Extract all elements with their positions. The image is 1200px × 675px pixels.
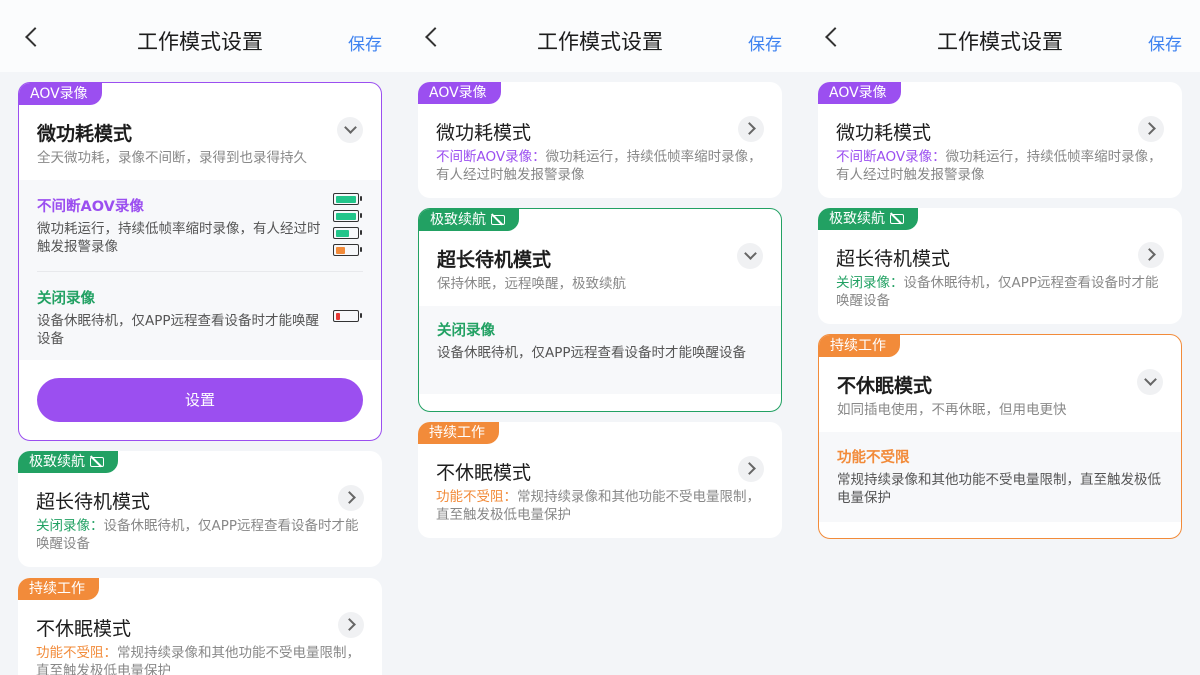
mode-title: 微功耗模式 (436, 122, 532, 144)
summary-highlight: 关闭录像 (836, 275, 890, 291)
no-power-icon (890, 214, 904, 224)
summary-highlight: 功能不受阻 (36, 645, 104, 661)
chevron-right-icon[interactable] (738, 116, 764, 142)
mode-tag: 极致续航 (419, 209, 519, 231)
no-power-icon (90, 457, 104, 467)
chevron-down-icon[interactable] (1137, 369, 1163, 395)
options-panel: 关闭录像 设备休眠待机，仅APP远程查看设备时才能唤醒设备 (419, 306, 781, 394)
mode-summary: 不间断AOV录像：微功耗运行，持续低帧率缩时录像，有人经过时触发报警录像 (436, 148, 762, 184)
mode-card-always-on[interactable]: 持续工作 不休眠模式 功能不受阻：常规持续录像和其他功能不受电量限制，直至触发极… (418, 422, 782, 538)
mode-title: 超长待机模式 (437, 249, 552, 271)
save-button[interactable]: 保存 (348, 30, 382, 55)
mode-title: 不休眠模式 (36, 618, 132, 640)
page-title: 工作模式设置 (537, 30, 663, 54)
mode-card-always-on[interactable]: 持续工作 不休眠模式 如同插电使用，不再休眠，但用电更快 功能不受限 常规持续录… (818, 334, 1182, 539)
screen-always-on-expanded: 工作模式设置 保存 AOV录像 微功耗模式 不间断AOV录像：微功耗运行，持续低… (800, 0, 1200, 675)
battery-low-orange-icon (333, 244, 362, 256)
mode-title: 不休眠模式 (837, 375, 933, 397)
mode-card-standby[interactable]: 极致续航 超长待机模式 关闭录像：设备休眠待机，仅APP远程查看设备时才能唤醒设… (818, 208, 1182, 324)
page-title: 工作模式设置 (137, 30, 263, 54)
option-desc-off: 设备休眠待机，仅APP远程查看设备时才能唤醒设备 (37, 313, 320, 347)
options-panel: 不间断AOV录像 微功耗运行，持续低帧率缩时录像，有人经过时触发报警录像 关闭录… (19, 180, 381, 360)
mode-title: 不休眠模式 (436, 462, 532, 484)
mode-tag: AOV录像 (19, 83, 102, 105)
battery-full-icon (333, 193, 362, 205)
mode-title: 超长待机模式 (36, 491, 151, 513)
chevron-right-icon[interactable] (1138, 116, 1164, 142)
save-button[interactable]: 保存 (748, 30, 782, 55)
page-title: 工作模式设置 (937, 30, 1063, 54)
screen-standby-expanded: 工作模式设置 保存 AOV录像 微功耗模式 不间断AOV录像：微功耗运行，持续低… (400, 0, 800, 675)
mode-description: 全天微功耗，录像不间断，录得到也录得持久 (37, 150, 307, 166)
mode-summary: 功能不受阻：常规持续录像和其他功能不受电量限制，直至触发极低电量保护 (36, 644, 362, 675)
mode-tag: 极致续航 (818, 208, 918, 230)
mode-tag: 极致续航 (18, 451, 118, 473)
summary-sep: ： (503, 489, 518, 505)
option-title-unlimited[interactable]: 功能不受限 (837, 446, 910, 467)
chevron-down-icon[interactable] (337, 117, 363, 143)
mode-summary: 不间断AOV录像：微功耗运行，持续低帧率缩时录像，有人经过时触发报警录像 (836, 148, 1162, 184)
navigation-bar: 工作模式设置 保存 (400, 0, 800, 72)
divider (37, 271, 363, 272)
mode-tag-label: 极致续航 (29, 454, 85, 470)
option-title-aov[interactable]: 不间断AOV录像 (37, 195, 144, 216)
summary-sep: ： (90, 518, 104, 534)
mode-tag-label: 极致续航 (430, 212, 486, 228)
summary-highlight: 关闭录像 (36, 518, 90, 534)
chevron-down-icon[interactable] (737, 243, 763, 269)
chevron-right-icon[interactable] (338, 485, 364, 511)
chevron-right-icon[interactable] (738, 456, 764, 482)
summary-sep: ： (890, 275, 904, 291)
mode-title: 超长待机模式 (836, 248, 951, 270)
navigation-bar: 工作模式设置 保存 (800, 0, 1200, 72)
options-panel: 功能不受限 常规持续录像和其他功能不受电量限制，直至触发极低电量保护 (819, 432, 1181, 522)
option-desc-aov: 微功耗运行，持续低帧率缩时录像，有人经过时触发报警录像 (37, 221, 321, 255)
option-desc-off: 设备休眠待机，仅APP远程查看设备时才能唤醒设备 (437, 345, 747, 361)
mode-card-aov[interactable]: AOV录像 微功耗模式 全天微功耗，录像不间断，录得到也录得持久 不间断AOV录… (18, 82, 382, 441)
mode-summary: 关闭录像：设备休眠待机，仅APP远程查看设备时才能唤醒设备 (836, 274, 1162, 310)
mode-card-aov[interactable]: AOV录像 微功耗模式 不间断AOV录像：微功耗运行，持续低帧率缩时录像，有人经… (818, 82, 1182, 198)
chevron-right-icon[interactable] (338, 612, 364, 638)
mode-tag: AOV录像 (818, 82, 901, 104)
settings-button[interactable]: 设置 (37, 378, 363, 422)
mode-title: 微功耗模式 (836, 122, 932, 144)
battery-medium-icon (333, 227, 362, 239)
navigation-bar: 工作模式设置 保存 (0, 0, 400, 72)
mode-description: 如同插电使用，不再休眠，但用电更快 (837, 402, 1067, 418)
mode-title: 微功耗模式 (37, 123, 133, 145)
mode-summary: 关闭录像：设备休眠待机，仅APP远程查看设备时才能唤醒设备 (36, 517, 362, 553)
summary-sep: ： (103, 645, 118, 661)
option-title-off[interactable]: 关闭录像 (437, 319, 495, 340)
save-button[interactable]: 保存 (1148, 30, 1182, 55)
battery-full-icon (333, 210, 362, 222)
mode-card-standby[interactable]: 极致续航 超长待机模式 关闭录像：设备休眠待机，仅APP远程查看设备时才能唤醒设… (18, 451, 382, 567)
no-power-icon (491, 215, 505, 225)
summary-sep: ： (932, 149, 946, 165)
mode-tag: 持续工作 (18, 578, 99, 600)
screen-aov-expanded: 工作模式设置 保存 AOV录像 微功耗模式 全天微功耗，录像不间断，录得到也录得… (0, 0, 400, 675)
mode-tag: AOV录像 (418, 82, 501, 104)
mode-card-aov[interactable]: AOV录像 微功耗模式 不间断AOV录像：微功耗运行，持续低帧率缩时录像，有人经… (418, 82, 782, 198)
chevron-right-icon[interactable] (1138, 242, 1164, 268)
battery-empty-red-icon (333, 310, 362, 322)
summary-highlight: 不间断AOV录像 (836, 149, 933, 165)
summary-sep: ： (532, 149, 546, 165)
mode-card-always-on[interactable]: 持续工作 不休眠模式 功能不受阻：常规持续录像和其他功能不受电量限制，直至触发极… (18, 578, 382, 675)
option-desc-unlimited: 常规持续录像和其他功能不受电量限制，直至触发极低电量保护 (837, 472, 1161, 506)
mode-summary: 功能不受阻：常规持续录像和其他功能不受电量限制，直至触发极低电量保护 (436, 488, 762, 524)
summary-highlight: 功能不受阻 (436, 489, 504, 505)
mode-tag: 持续工作 (418, 422, 499, 444)
mode-tag-label: 极致续航 (829, 211, 885, 227)
mode-description: 保持休眠，远程唤醒，极致续航 (437, 276, 626, 292)
mode-card-standby[interactable]: 极致续航 超长待机模式 保持休眠，远程唤醒，极致续航 关闭录像 设备休眠待机，仅… (418, 208, 782, 412)
mode-tag: 持续工作 (819, 335, 900, 357)
summary-highlight: 不间断AOV录像 (436, 149, 533, 165)
option-title-off[interactable]: 关闭录像 (37, 287, 95, 308)
